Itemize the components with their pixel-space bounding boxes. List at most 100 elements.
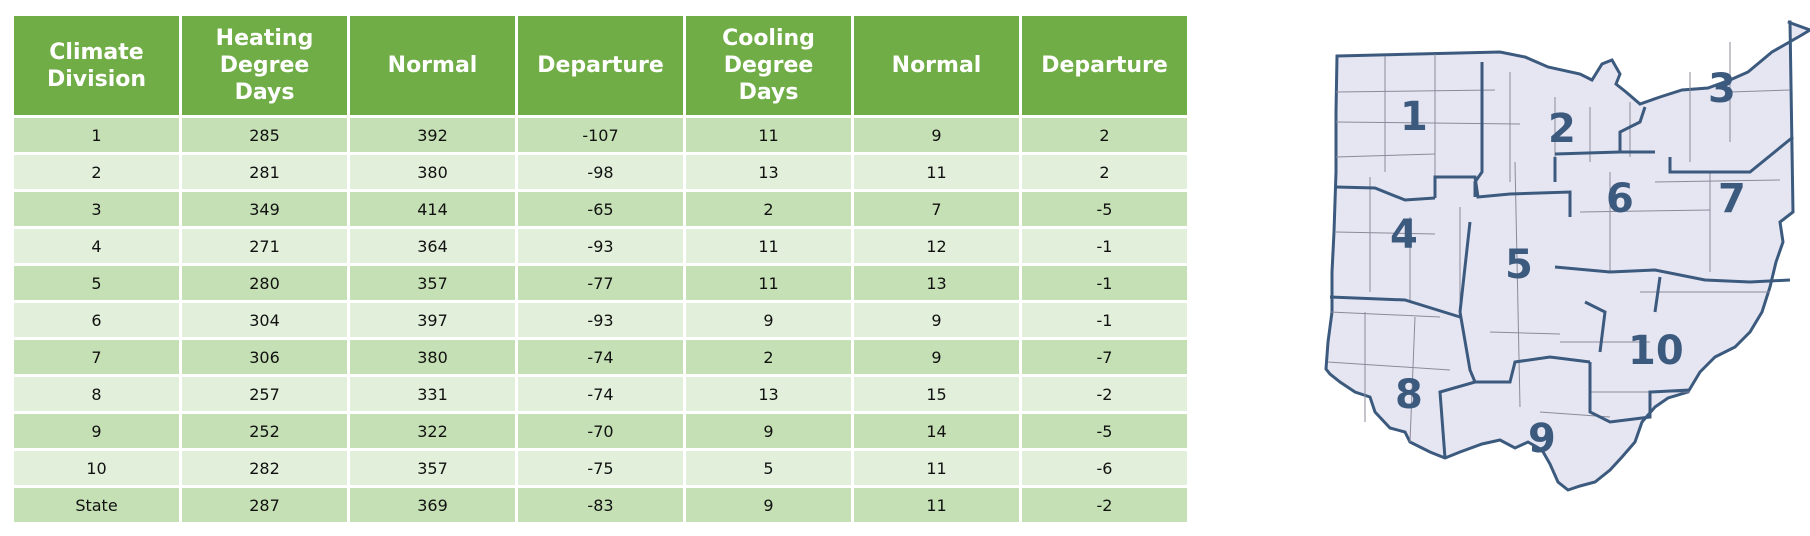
value-cell: 322 <box>350 414 515 448</box>
table-header-row: Climate Division Heating Degree Days Normal De… <box>14 16 1187 115</box>
table-row: 5 280 357 -77 11 13 -1 <box>14 266 1187 300</box>
value-cell: 11 <box>686 118 851 152</box>
value-cell: 271 <box>182 229 347 263</box>
value-cell: 397 <box>350 303 515 337</box>
column-header: Cooling Degree Days <box>686 16 851 115</box>
value-cell: 331 <box>350 377 515 411</box>
value-cell: 7 <box>854 192 1019 226</box>
value-cell: -65 <box>518 192 683 226</box>
value-cell: -1 <box>1022 229 1187 263</box>
ohio-climate-division-map: 1 2 3 4 5 6 7 8 9 10 <box>1324 20 1810 492</box>
division-label-5: 5 <box>1505 242 1533 288</box>
value-cell: 285 <box>182 118 347 152</box>
value-cell: 2 <box>1022 155 1187 189</box>
value-cell: 15 <box>854 377 1019 411</box>
value-cell: -83 <box>518 488 683 522</box>
value-cell: 280 <box>182 266 347 300</box>
value-cell: 5 <box>686 451 851 485</box>
value-cell: 306 <box>182 340 347 374</box>
value-cell: 282 <box>182 451 347 485</box>
table-row: 6 304 397 -93 9 9 -1 <box>14 303 1187 337</box>
value-cell: -77 <box>518 266 683 300</box>
division-cell: State <box>14 488 179 522</box>
value-cell: 252 <box>182 414 347 448</box>
value-cell: -93 <box>518 229 683 263</box>
division-cell: 10 <box>14 451 179 485</box>
division-label-3: 3 <box>1708 66 1736 112</box>
value-cell: -70 <box>518 414 683 448</box>
value-cell: 9 <box>686 303 851 337</box>
table-row: 10 282 357 -75 5 11 -6 <box>14 451 1187 485</box>
value-cell: 369 <box>350 488 515 522</box>
value-cell: -7 <box>1022 340 1187 374</box>
column-header-line: Heating <box>215 26 314 51</box>
value-cell: 9 <box>854 303 1019 337</box>
column-header-line: Cooling <box>722 26 815 51</box>
value-cell: 357 <box>350 451 515 485</box>
column-header-line: Departure <box>537 53 664 78</box>
column-header: Climate Division <box>14 16 179 115</box>
column-header-line: Division <box>46 66 147 92</box>
value-cell: 304 <box>182 303 347 337</box>
value-cell: 349 <box>182 192 347 226</box>
division-cell: 8 <box>14 377 179 411</box>
column-header: Normal <box>350 16 515 115</box>
value-cell: -5 <box>1022 192 1187 226</box>
division-label-8: 8 <box>1395 372 1423 418</box>
value-cell: 281 <box>182 155 347 189</box>
column-header: Normal <box>854 16 1019 115</box>
division-cell: 9 <box>14 414 179 448</box>
division-label-10: 10 <box>1628 328 1684 374</box>
column-header: Heating Degree Days <box>182 16 347 115</box>
value-cell: 2 <box>1022 118 1187 152</box>
table-row: 1 285 392 -107 11 9 2 <box>14 118 1187 152</box>
table-row: State 287 369 -83 9 11 -2 <box>14 488 1187 522</box>
value-cell: 2 <box>686 192 851 226</box>
value-cell: 13 <box>686 377 851 411</box>
division-label-4: 4 <box>1390 212 1418 258</box>
table-row: 9 252 322 -70 9 14 -5 <box>14 414 1187 448</box>
division-label-9: 9 <box>1528 416 1556 462</box>
column-header-line: Departure <box>1041 53 1168 78</box>
value-cell: 11 <box>854 488 1019 522</box>
division-label-7: 7 <box>1718 176 1746 222</box>
table-row: 8 257 331 -74 13 15 -2 <box>14 377 1187 411</box>
value-cell: 13 <box>854 266 1019 300</box>
value-cell: 11 <box>686 266 851 300</box>
division-cell: 4 <box>14 229 179 263</box>
division-label-1: 1 <box>1400 94 1428 140</box>
column-header-line: Normal <box>891 53 982 78</box>
column-header-line: Climate <box>49 39 144 65</box>
value-cell: 287 <box>182 488 347 522</box>
value-cell: -2 <box>1022 488 1187 522</box>
value-cell: 9 <box>686 414 851 448</box>
division-label-6: 6 <box>1606 176 1634 222</box>
value-cell: 9 <box>686 488 851 522</box>
division-cell: 1 <box>14 118 179 152</box>
column-header-line: Normal <box>387 53 478 78</box>
value-cell: 380 <box>350 155 515 189</box>
value-cell: 11 <box>854 155 1019 189</box>
degree-days-table: Climate Division Heating Degree Days Normal De… <box>11 13 1190 525</box>
table-row: 7 306 380 -74 2 9 -7 <box>14 340 1187 374</box>
value-cell: -6 <box>1022 451 1187 485</box>
value-cell: 357 <box>350 266 515 300</box>
column-header: Departure <box>518 16 683 115</box>
value-cell: 9 <box>854 118 1019 152</box>
value-cell: 380 <box>350 340 515 374</box>
value-cell: 11 <box>686 229 851 263</box>
value-cell: 414 <box>350 192 515 226</box>
value-cell: 13 <box>686 155 851 189</box>
division-label-2: 2 <box>1548 106 1576 152</box>
value-cell: 364 <box>350 229 515 263</box>
column-header-line: Degree <box>723 53 814 78</box>
column-header-line: Degree <box>219 53 310 78</box>
value-cell: -74 <box>518 340 683 374</box>
division-cell: 6 <box>14 303 179 337</box>
division-cell: 7 <box>14 340 179 374</box>
table-row: 2 281 380 -98 13 11 2 <box>14 155 1187 189</box>
value-cell: 14 <box>854 414 1019 448</box>
value-cell: 12 <box>854 229 1019 263</box>
column-header-line: Days <box>738 80 799 105</box>
value-cell: -2 <box>1022 377 1187 411</box>
